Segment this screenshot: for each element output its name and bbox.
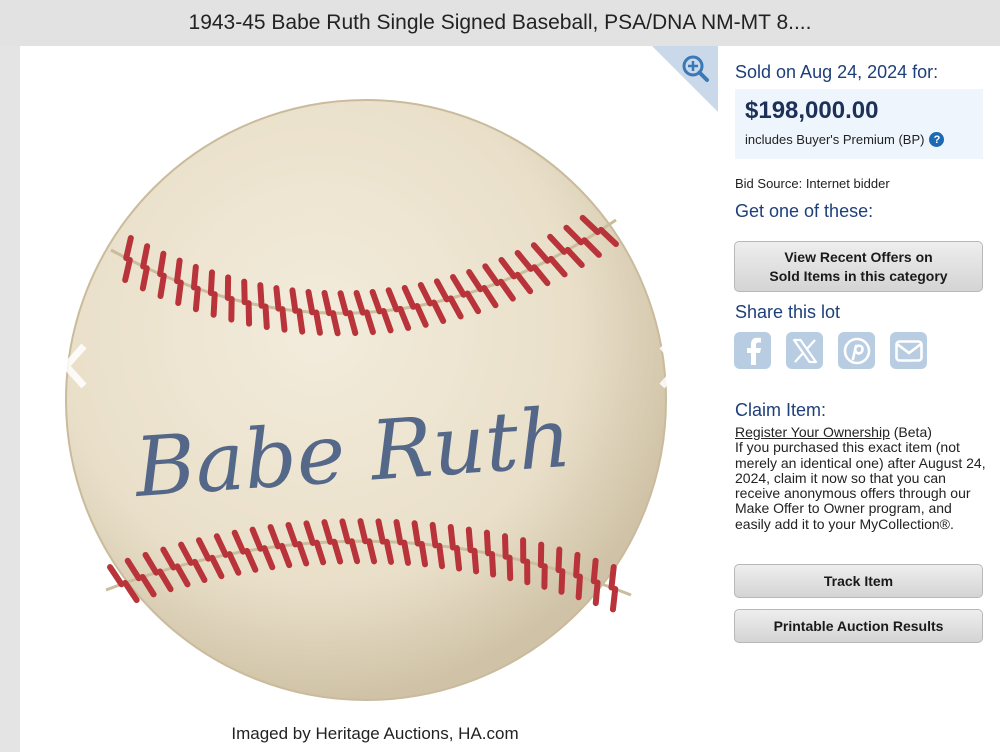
zoom-in-icon [652,46,718,112]
seam-stitch [207,269,215,297]
pinterest-share-button[interactable] [838,332,875,369]
seam-stitch [447,524,456,551]
price-box: $198,000.00 includes Buyer's Premium (BP… [735,89,983,159]
bid-source: Bid Source: Internet bidder [735,176,890,191]
seam-stitch [592,579,601,607]
seam-stitch [429,521,439,549]
sold-date-label: Sold on Aug 24, 2024 for: [735,62,939,82]
seam-stitch [411,520,421,547]
seam-stitch [471,547,480,575]
seam-stitch [279,306,288,333]
share-icons [734,332,927,369]
pinterest-icon [843,337,870,364]
seam-stitch [608,564,617,591]
seam-stitch [393,519,404,546]
share-heading: Share this lot [735,302,841,322]
chevron-left-icon [62,343,87,389]
seam-stitch [465,526,474,554]
chevron-right-icon [659,343,684,389]
seam-stitch [305,288,316,316]
seam-stitch [289,287,299,314]
seam-stitch [375,518,386,545]
seam-stitch [313,309,323,336]
seam-stitch [436,542,446,570]
x-share-button[interactable] [786,332,823,369]
email-share-button[interactable] [890,332,927,369]
seam-stitch [555,546,563,574]
seam-stitch [609,585,619,613]
seam-stitch [483,529,492,557]
beta-label: (Beta) [889,424,932,440]
baseball-image[interactable]: Babe Ruth [56,90,676,710]
seam-stitch [174,257,183,285]
seam-stitch [453,545,463,572]
seam-stitch [418,540,429,568]
offers-button-line2: Sold Items in this category [769,267,948,284]
title-bar: 1943-45 Babe Ruth Single Signed Baseball… [0,0,1000,46]
image-panel: Babe Ruth Imaged by Heritage Auctions, H… [20,46,718,752]
seam-stitch [210,291,218,318]
x-icon [792,338,817,363]
premium-text: includes Buyer's Premium (BP) [745,132,925,147]
sold-price: $198,000.00 [745,97,879,124]
seam-stitch [488,550,497,578]
seam-stitch [157,272,167,300]
seam-stitch [190,263,199,291]
zoom-button[interactable] [652,46,718,112]
seam-stitch [257,282,265,309]
image-credit: Imaged by Heritage Auctions, HA.com [231,724,519,743]
seam-stitch [590,557,599,585]
seam-stitch [157,250,167,278]
register-ownership-link[interactable]: Register Your Ownership [735,424,890,440]
email-icon [894,339,923,362]
seam-stitch [139,265,150,292]
sale-sidebar: Sold on Aug 24, 2024 for: $198,000.00 in… [718,46,1000,752]
seam-stitch [506,554,514,582]
view-recent-offers-button[interactable]: View Recent Offers on Sold Items in this… [734,241,983,292]
seam-stitch [262,303,270,331]
offers-button-line1: View Recent Offers on [784,248,933,265]
previous-image-button[interactable] [58,342,92,390]
seam-stitch [175,279,184,307]
printable-results-button[interactable]: Printable Auction Results [734,609,983,643]
track-item-button[interactable]: Track Item [734,564,983,598]
help-icon[interactable]: ? [929,132,945,147]
get-one-heading: Get one of these: [735,201,874,221]
seam-stitch [575,573,583,601]
claim-description: Register Your Ownership (Beta) If you pu… [735,424,987,532]
next-image-button[interactable] [654,342,688,390]
facebook-share-button[interactable] [734,332,771,369]
seam-stitch [558,568,566,595]
buyers-premium-note: includes Buyer's Premium (BP) ? [745,132,945,147]
seam-stitch [501,533,509,560]
seam-stitch [573,551,581,579]
claim-body-text: If you purchased this exact item (not me… [735,439,986,532]
seam-stitch [401,539,412,566]
claim-heading: Claim Item: [735,400,827,420]
seam-stitch [273,285,282,312]
seam-stitch [383,538,395,565]
facebook-icon [746,337,761,365]
lot-title: 1943-45 Babe Ruth Single Signed Baseball… [188,11,812,34]
seam-stitch [192,285,201,313]
seam-stitch [296,308,306,335]
seam-stitch [140,243,151,270]
